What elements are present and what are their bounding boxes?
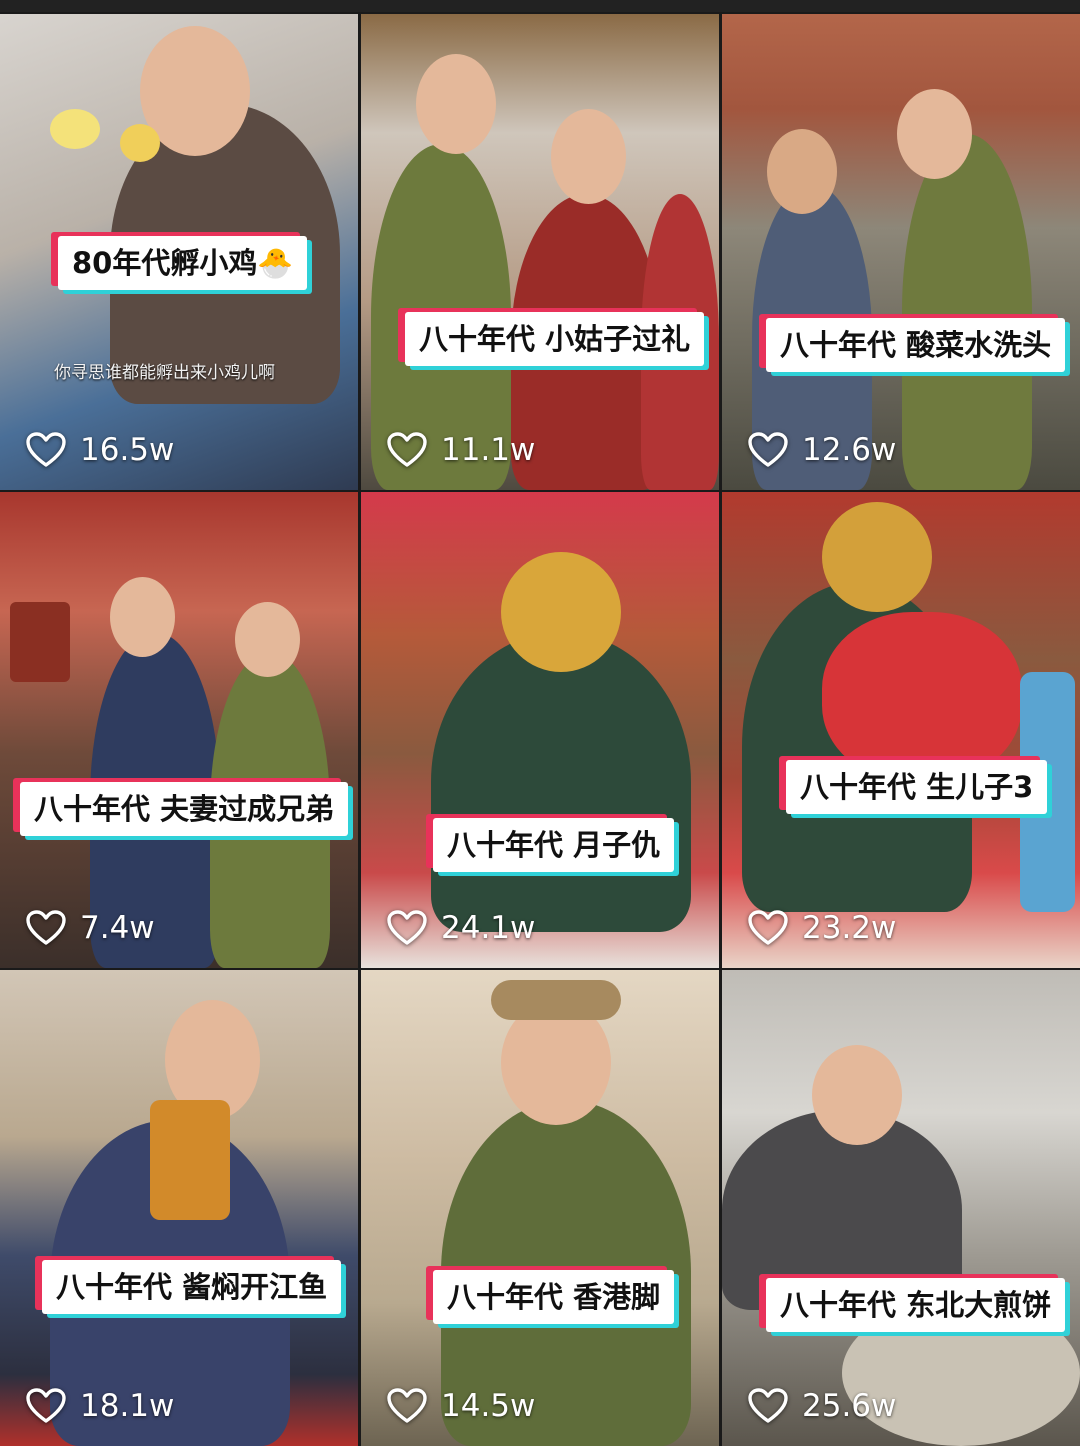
heart-outline-icon <box>26 432 66 467</box>
like-count-group: 23.2w <box>748 910 896 946</box>
thumbnail <box>361 970 719 1446</box>
video-title: 八十年代 月子仇 <box>433 818 675 872</box>
thumbnail <box>722 970 1080 1446</box>
video-title: 八十年代 香港脚 <box>433 1270 675 1324</box>
video-tile-5[interactable]: 八十年代 月子仇 24.1w <box>361 492 719 968</box>
top-strip <box>0 0 1080 12</box>
thumbnail <box>722 14 1080 490</box>
like-count: 16.5w <box>80 432 175 468</box>
thumbnail <box>722 492 1080 968</box>
heart-outline-icon <box>387 910 427 945</box>
thumbnail <box>361 492 719 968</box>
like-count-group: 7.4w <box>26 910 155 946</box>
heart-outline-icon <box>748 432 788 467</box>
like-count: 25.6w <box>802 1388 897 1424</box>
video-title: 80年代孵小鸡🐣 <box>58 236 308 290</box>
heart-outline-icon <box>748 910 788 945</box>
heart-outline-icon <box>748 1388 788 1423</box>
video-title: 八十年代 东北大煎饼 <box>766 1278 1066 1332</box>
like-count-group: 18.1w <box>26 1388 174 1424</box>
like-count: 14.5w <box>441 1388 536 1424</box>
thumbnail <box>0 492 358 968</box>
video-subtitle: 你寻思谁都能孵出来小鸡儿啊 <box>54 363 275 383</box>
like-count-group: 12.6w <box>748 432 896 468</box>
video-tile-7[interactable]: 八十年代 酱焖开江鱼 18.1w <box>0 970 358 1446</box>
like-count-group: 14.5w <box>387 1388 535 1424</box>
like-count-group: 25.6w <box>748 1388 896 1424</box>
like-count-group: 11.1w <box>387 432 535 468</box>
like-count: 12.6w <box>802 432 897 468</box>
thumbnail <box>0 970 358 1446</box>
heart-outline-icon <box>387 432 427 467</box>
heart-outline-icon <box>26 1388 66 1423</box>
video-tile-9[interactable]: 八十年代 东北大煎饼 25.6w <box>722 970 1080 1446</box>
video-tile-6[interactable]: 八十年代 生儿子3 23.2w <box>722 492 1080 968</box>
like-count-group: 24.1w <box>387 910 535 946</box>
like-count: 18.1w <box>80 1388 175 1424</box>
like-count: 23.2w <box>802 910 897 946</box>
like-count: 11.1w <box>441 432 536 468</box>
video-title: 八十年代 小姑子过礼 <box>405 312 705 366</box>
video-tile-4[interactable]: 八十年代 夫妻过成兄弟 7.4w <box>0 492 358 968</box>
video-title: 八十年代 酱焖开江鱼 <box>42 1260 342 1314</box>
heart-outline-icon <box>387 1388 427 1423</box>
video-tile-8[interactable]: 八十年代 香港脚 14.5w <box>361 970 719 1446</box>
video-grid: 80年代孵小鸡🐣 你寻思谁都能孵出来小鸡儿啊 16.5w 八十年代 小姑子过礼 … <box>0 0 1080 1446</box>
video-tile-3[interactable]: 八十年代 酸菜水洗头 12.6w <box>722 14 1080 490</box>
video-tile-2[interactable]: 八十年代 小姑子过礼 11.1w <box>361 14 719 490</box>
video-tile-1[interactable]: 80年代孵小鸡🐣 你寻思谁都能孵出来小鸡儿啊 16.5w <box>0 14 358 490</box>
video-title: 八十年代 生儿子3 <box>786 760 1048 814</box>
like-count-group: 16.5w <box>26 432 174 468</box>
like-count: 7.4w <box>80 910 155 946</box>
heart-outline-icon <box>26 910 66 945</box>
video-title: 八十年代 夫妻过成兄弟 <box>20 782 349 836</box>
thumbnail <box>361 14 719 490</box>
video-title: 八十年代 酸菜水洗头 <box>766 318 1066 372</box>
like-count: 24.1w <box>441 910 536 946</box>
